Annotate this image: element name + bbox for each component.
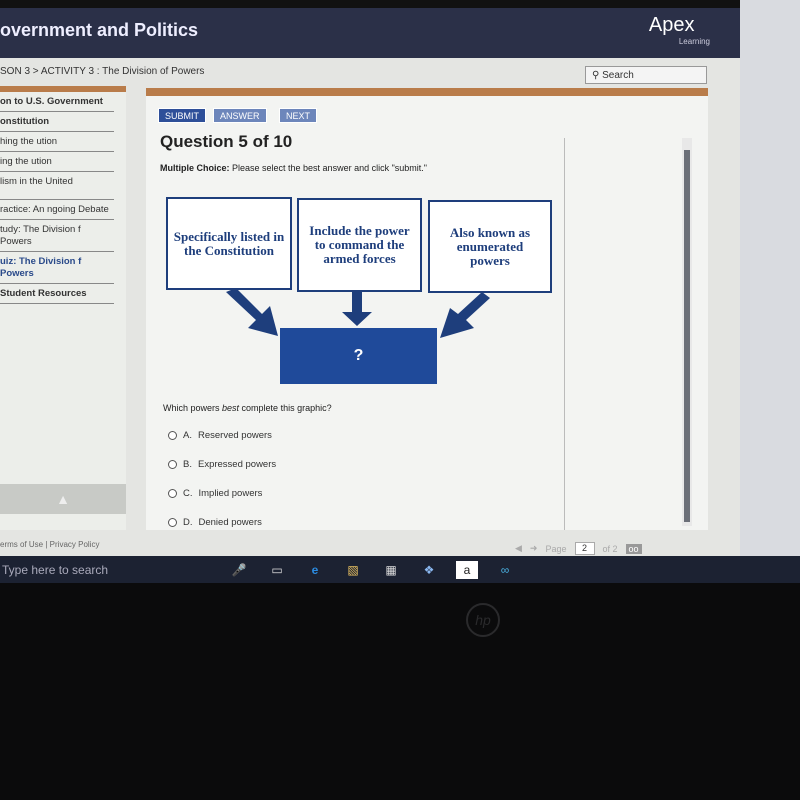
file-explorer-icon[interactable]: ▧ (342, 561, 364, 579)
sidebar-item[interactable]: ractice: An ngoing Debate (0, 200, 114, 220)
radio-button[interactable] (168, 489, 177, 498)
breadcrumb: SON 3 > ACTIVITY 3 : The Division of Pow… (0, 66, 205, 77)
option-c[interactable]: C. Implied powers (168, 488, 262, 499)
sidebar-item[interactable]: ing the ution (0, 152, 114, 172)
sidebar-item-active[interactable]: uiz: The Division f Powers (0, 252, 114, 284)
store-icon[interactable]: ▦ (380, 561, 402, 579)
terms-link[interactable]: erms of Use (0, 540, 43, 549)
question-prompt: Which powers best complete this graphic? (163, 403, 332, 413)
laptop-bezel (0, 583, 800, 800)
sidebar-item[interactable]: Student Resources (0, 284, 114, 304)
sidebar-item[interactable]: on to U.S. Government (0, 92, 114, 112)
arrow-up-icon: ▲ (56, 491, 70, 507)
hp-logo: hp (466, 603, 500, 637)
task-view-icon[interactable]: ▭ (266, 561, 288, 579)
answer-button[interactable]: ANSWER (213, 108, 267, 123)
dropbox-icon[interactable]: ❖ (418, 561, 440, 579)
option-a[interactable]: A. Reserved powers (168, 430, 272, 441)
radio-button[interactable] (168, 431, 177, 440)
app-title: overnment and Politics (0, 20, 199, 40)
edge-icon[interactable]: e (304, 561, 326, 579)
prev-page-icon[interactable]: ◀ (515, 543, 522, 554)
window-background (740, 0, 800, 556)
taskbar: Type here to search 🎤 ▭ e ▧ ▦ ❖ a ∞ (0, 556, 800, 583)
privacy-link[interactable]: Privacy Policy (50, 540, 100, 549)
sidebar: on to U.S. Government onstitution hing t… (0, 86, 126, 530)
diagram-box: Specifically listed in the Constitution (166, 197, 292, 290)
radio-button[interactable] (168, 518, 177, 527)
divider (564, 138, 565, 530)
question-title: Question 5 of 10 (160, 132, 293, 151)
arrow-icon (440, 292, 490, 338)
microphone-icon[interactable]: 🎤 (228, 561, 250, 579)
taskbar-search[interactable]: Type here to search (0, 563, 220, 577)
sidebar-item[interactable]: lism in the United (0, 172, 114, 200)
back-arrow-icon[interactable]: ➜ (530, 543, 538, 554)
sidebar-item[interactable]: hing the ution (0, 132, 114, 152)
scroll-up-button[interactable]: ▲ (0, 484, 126, 514)
scrollbar-thumb[interactable] (684, 150, 690, 522)
search-button[interactable]: ⚲ Search (585, 66, 707, 84)
apex-logo[interactable]: Apex Learning (649, 14, 710, 46)
amazon-icon[interactable]: a (456, 560, 478, 579)
submit-button[interactable]: SUBMIT (158, 108, 207, 123)
page-input[interactable]: 2 (574, 542, 595, 555)
radio-button[interactable] (168, 460, 177, 469)
footer: erms of Use | Privacy Policy (0, 540, 100, 549)
infinity-icon[interactable]: ∞ (494, 561, 516, 579)
sidebar-item[interactable]: tudy: The Division f Powers (0, 220, 114, 252)
diagram-box: Also known as enumerated powers (428, 200, 552, 293)
option-d[interactable]: D. Denied powers (168, 517, 262, 528)
arrow-icon (226, 288, 278, 336)
diagram-box: Include the power to command the armed f… (297, 198, 422, 292)
answer-box: ? (280, 328, 437, 384)
sidebar-item[interactable]: onstitution (0, 112, 114, 132)
option-b[interactable]: B. Expressed powers (168, 459, 276, 470)
go-button[interactable]: oo (625, 543, 642, 554)
search-icon: ⚲ (592, 70, 603, 81)
arrow-icon (342, 292, 372, 326)
pager: ◀ ➜ Page 2 of 2 oo (515, 542, 642, 555)
instructions: Multiple Choice: Please select the best … (160, 163, 427, 173)
app-header: overnment and Politics Apex Learning (0, 8, 740, 58)
next-button[interactable]: NEXT (279, 108, 318, 123)
